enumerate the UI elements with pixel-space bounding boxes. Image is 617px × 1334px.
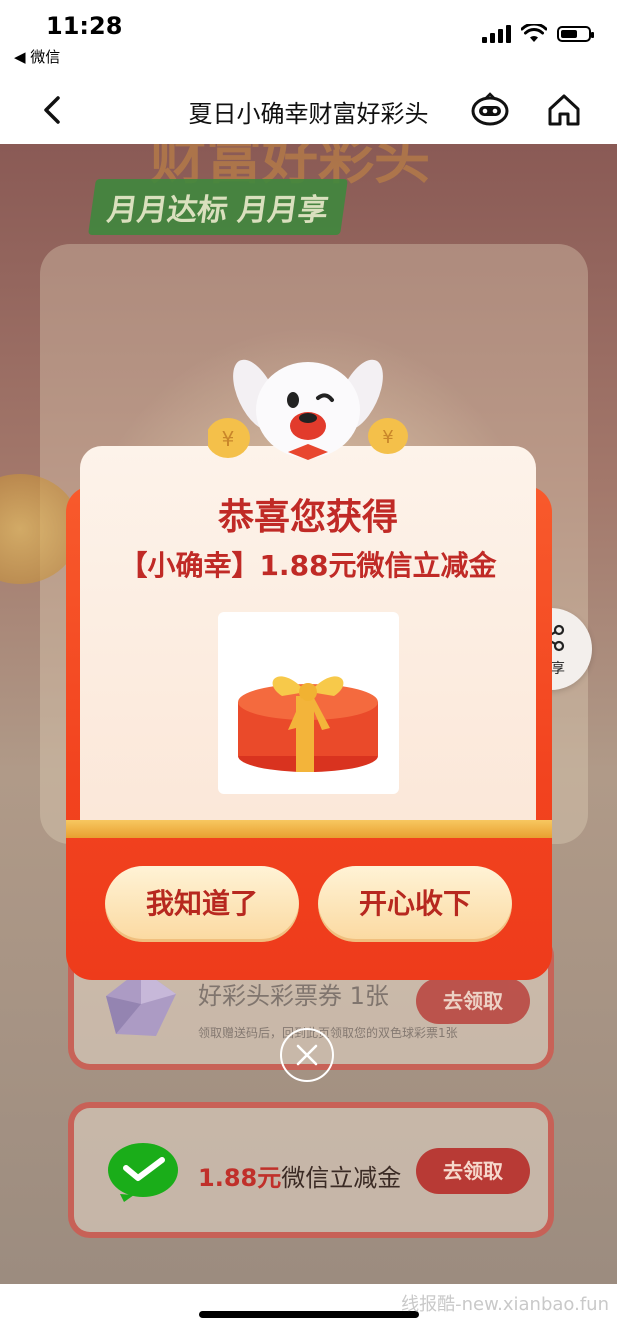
claim-lottery-button[interactable]: 去领取 [416,978,530,1024]
status-bar: 11:28 ◀ 微信 [0,0,617,78]
nav-bar: 夏日小确幸财富好彩头 [0,78,617,144]
claim-wechat-button[interactable]: 去领取 [416,1148,530,1194]
accept-button[interactable]: 开心收下 [318,866,512,942]
wechat-discount-row: 1.88元微信立减金 去领取 [68,1102,554,1238]
svg-text:¥: ¥ [382,427,393,448]
battery-icon [557,26,594,42]
prize-image-box [218,612,399,794]
gift-box-icon [238,676,378,772]
home-indicator[interactable] [199,1311,419,1318]
close-icon [296,1044,318,1066]
wifi-icon [521,24,547,42]
modal-gold-band [66,820,552,838]
signal-icon [482,25,511,43]
back-to-wechat-link[interactable]: ◀ 微信 [14,46,60,67]
wechat-pay-check-icon [108,1143,178,1202]
home-icon[interactable] [546,92,582,128]
watermark-text: 线报酷-new.xianbao.fun [401,1294,609,1315]
svg-text:¥: ¥ [222,427,235,451]
page-title: 夏日小确幸财富好彩头 [188,100,429,128]
wechat-discount-text: 1.88元微信立减金 [198,1158,401,1193]
lottery-ticket-title: 好彩头彩票券 1张 [198,982,389,1010]
wechat-discount-title: 微信立减金 [281,1164,402,1192]
i-know-button[interactable]: 我知道了 [105,866,299,942]
banner-tag: 月月达标 月月享 [88,179,349,235]
wechat-discount-amount: 1.88元 [198,1164,282,1192]
robot-assistant-icon[interactable] [470,92,510,128]
close-modal-button[interactable] [280,1028,334,1082]
status-time: 11:28 [46,12,123,40]
status-icons [482,24,594,44]
dog-mascot-icon: ¥ ¥ [208,359,408,460]
modal-prize-text: 【小确幸】1.88元微信立减金 [119,549,497,582]
modal-title: 恭喜您获得 [217,497,398,538]
